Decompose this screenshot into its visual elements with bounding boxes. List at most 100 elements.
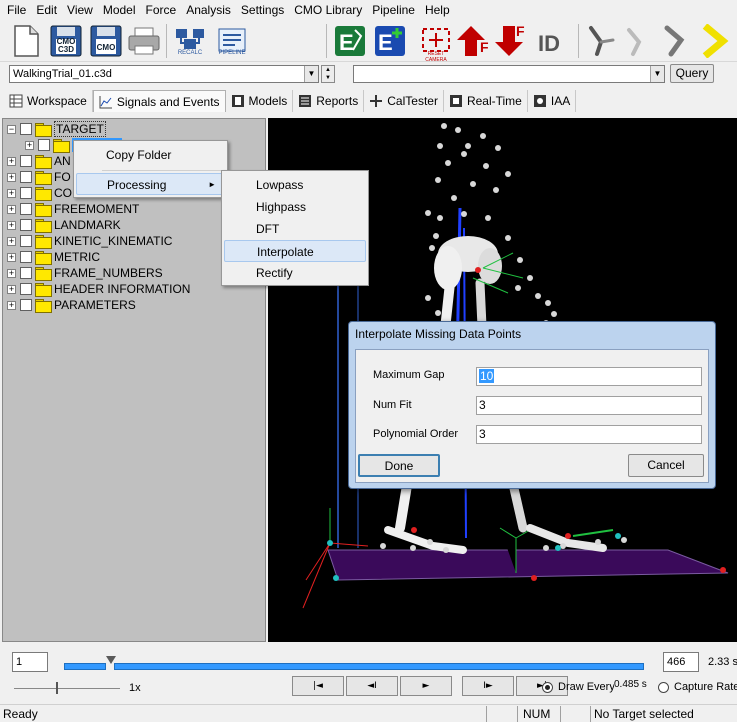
print-button[interactable] [126,23,162,59]
menu-edit[interactable]: Edit [31,0,62,20]
expand-icon[interactable]: + [7,188,16,198]
tree-checkbox[interactable] [38,139,50,151]
tab-signals-and-events[interactable]: Signals and Events [92,90,226,112]
speed-slider[interactable] [14,682,120,696]
model-view-button-3[interactable] [656,23,692,59]
first-frame-button[interactable]: |◄ [292,676,344,696]
maximum-gap-input[interactable]: 10 [476,367,702,386]
tree-item[interactable]: + FRAME_NUMBERS [7,265,163,281]
menu-settings[interactable]: Settings [236,0,289,20]
tree-item[interactable]: + FREEMOMENT [7,201,139,217]
tab-workspace[interactable]: Workspace [4,90,93,112]
tab-caltester[interactable]: CalTester [364,90,444,112]
frame-slider-thumb[interactable] [106,656,116,664]
step-forward-button[interactable]: I► [462,676,514,696]
draw-every-radio[interactable] [542,682,553,693]
event-edit-button[interactable]: E [332,23,368,59]
start-frame-input[interactable]: 1 [12,652,48,672]
pipeline-button[interactable]: PIPELINE [214,23,250,59]
done-button[interactable]: Done [358,454,440,477]
menu-help[interactable]: Help [420,0,455,20]
tab-iaa[interactable]: IAA [528,90,577,112]
model-view-button-2[interactable] [620,23,656,59]
menu-view[interactable]: View [62,0,98,20]
dialog-body: Maximum Gap 10 Num Fit 3 Polynomial Orde… [355,349,709,483]
expand-icon[interactable]: + [7,236,16,246]
chevron-down-icon[interactable]: ▼ [304,66,318,82]
open-cmo-c3d-button[interactable]: CMO C3D [48,23,84,59]
cancel-button[interactable]: Cancel [628,454,704,477]
tree-checkbox[interactable] [20,171,32,183]
expand-icon[interactable]: + [7,252,16,262]
dft-menu-item[interactable]: DFT [224,218,366,240]
rectify-menu-item[interactable]: Rectify [224,262,366,284]
tree-checkbox[interactable] [20,155,32,167]
tree-item[interactable]: + PARAMETERS [7,297,136,313]
model-view-button-1[interactable] [584,23,620,59]
tree-checkbox[interactable] [20,187,32,199]
frame-slider[interactable] [60,650,654,672]
tree-checkbox[interactable] [20,251,32,263]
next-button[interactable] [696,23,732,59]
save-cmo-button[interactable]: CMO [88,23,124,59]
end-frame-input[interactable]: 466 [663,652,699,672]
menu-cmo-library[interactable]: CMO Library [289,0,367,20]
collapse-icon[interactable]: − [7,124,16,134]
inverse-dynamics-button[interactable]: ID [534,23,570,59]
capture-rate-radio[interactable] [658,682,669,693]
expand-icon[interactable]: + [7,300,16,310]
new-file-button[interactable] [8,23,44,59]
tree-checkbox[interactable] [20,123,32,135]
menu-analysis[interactable]: Analysis [181,0,236,20]
tree-item[interactable]: + LANDMARK [7,217,121,233]
expand-icon[interactable]: + [7,268,16,278]
menu-model[interactable]: Model [98,0,141,20]
tab-models[interactable]: Models [226,90,294,112]
query-button[interactable]: Query [670,64,714,83]
tree-checkbox[interactable] [20,283,32,295]
processing-menu-item[interactable]: Processing ► [76,173,225,195]
tree-checkbox[interactable] [20,267,32,279]
expand-icon[interactable]: + [7,156,16,166]
recalc-button[interactable]: RECALC [172,23,208,59]
speed-slider-thumb[interactable] [56,682,58,694]
tree-item[interactable]: + AN [7,153,71,169]
polynomial-order-input[interactable]: 3 [476,425,702,444]
tree-checkbox[interactable] [20,219,32,231]
bone-icon [664,25,685,57]
play-button[interactable]: ► [400,676,452,696]
tree-item[interactable]: + CO [7,185,72,201]
expand-icon[interactable]: + [25,140,34,150]
tree-checkbox[interactable] [20,299,32,311]
tree-item[interactable]: + HEADER INFORMATION [7,281,190,297]
expand-icon[interactable]: + [7,204,16,214]
lowpass-menu-item[interactable]: Lowpass [224,174,366,196]
query-combo[interactable]: ▼ [353,65,665,83]
tab-real-time[interactable]: Real-Time [444,90,528,112]
tree-checkbox[interactable] [20,203,32,215]
num-fit-input[interactable]: 3 [476,396,702,415]
menu-file[interactable]: File [2,0,31,20]
highpass-menu-item[interactable]: Highpass [224,196,366,218]
event-add-button[interactable]: E [372,23,408,59]
tree-checkbox[interactable] [20,235,32,247]
tab-reports[interactable]: Reports [293,90,365,112]
menu-force[interactable]: Force [141,0,182,20]
file-spinner[interactable]: ▲ ▼ [321,65,335,83]
copy-folder-menu-item[interactable]: Copy Folder [76,144,225,166]
file-combo[interactable]: WalkingTrial_01.c3d ▼ [9,65,319,83]
chevron-down-icon[interactable]: ▼ [650,66,664,82]
reset-camera-button[interactable]: RESET CAMERA [418,23,454,63]
interpolate-menu-item[interactable]: Interpolate [224,240,366,262]
force-up-button[interactable]: F [456,23,492,59]
tree-item[interactable]: + KINETIC_KINEMATIC [7,233,172,249]
expand-icon[interactable]: + [7,220,16,230]
force-down-button[interactable]: F [494,23,530,59]
tree-item[interactable]: + METRIC [7,249,100,265]
expand-icon[interactable]: + [7,284,16,294]
step-back-button[interactable]: ◄I [346,676,398,696]
tree-item[interactable]: − TARGET [7,121,106,137]
expand-icon[interactable]: + [7,172,16,182]
menu-pipeline[interactable]: Pipeline [367,0,420,20]
tree-item[interactable]: + FO [7,169,71,185]
